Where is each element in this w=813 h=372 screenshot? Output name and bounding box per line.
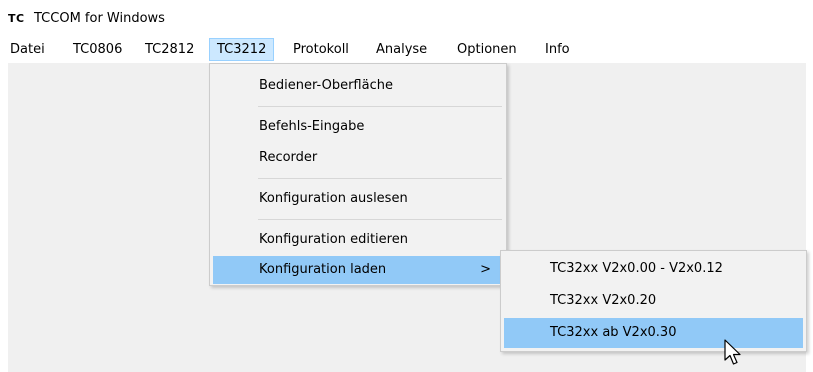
app-icon: TC [8, 12, 25, 25]
submenu-arrow-icon: > [480, 262, 491, 277]
title-bar: TC TCCOM for Windows [0, 0, 813, 36]
menu-protokoll[interactable]: Protokoll [286, 38, 356, 61]
menu-tc2812[interactable]: TC2812 [138, 38, 201, 61]
menu-datei[interactable]: Datei [3, 38, 52, 61]
menu-analyse[interactable]: Analyse [369, 38, 434, 61]
menu-item-bediener-oberflaeche[interactable]: Bediener-Oberfläche [213, 72, 503, 100]
menu-tc0806[interactable]: TC0806 [66, 38, 129, 61]
menu-optionen[interactable]: Optionen [450, 38, 524, 61]
menu-separator [258, 178, 502, 179]
menu-bar: Datei TC0806 TC2812 TC3212 Protokoll Ana… [0, 36, 813, 63]
menu-tc3212[interactable]: TC3212 [209, 38, 275, 61]
menu-item-label: Konfiguration laden [259, 262, 387, 277]
menu-item-konfiguration-auslesen[interactable]: Konfiguration auslesen [213, 185, 503, 213]
menu-item-konfiguration-laden[interactable]: Konfiguration laden > [213, 256, 503, 284]
submenu-item-v2x000-v2x012[interactable]: TC32xx V2x0.00 - V2x0.12 [504, 254, 803, 284]
konfiguration-laden-submenu: TC32xx V2x0.00 - V2x0.12 TC32xx V2x0.20 … [500, 250, 807, 352]
submenu-item-v2x020[interactable]: TC32xx V2x0.20 [504, 286, 803, 316]
menu-separator [258, 106, 502, 107]
window-title: TCCOM for Windows [34, 11, 165, 26]
submenu-item-ab-v2x030[interactable]: TC32xx ab V2x0.30 [504, 318, 803, 348]
menu-item-recorder[interactable]: Recorder [213, 144, 503, 172]
mouse-pointer-icon [724, 339, 741, 365]
menu-item-konfiguration-editieren[interactable]: Konfiguration editieren [213, 226, 503, 254]
tc3212-dropdown-menu: Bediener-Oberfläche Befehls-Eingabe Reco… [209, 63, 507, 286]
menu-info[interactable]: Info [538, 38, 577, 61]
menu-separator [258, 219, 502, 220]
menu-item-befehls-eingabe[interactable]: Befehls-Eingabe [213, 113, 503, 141]
